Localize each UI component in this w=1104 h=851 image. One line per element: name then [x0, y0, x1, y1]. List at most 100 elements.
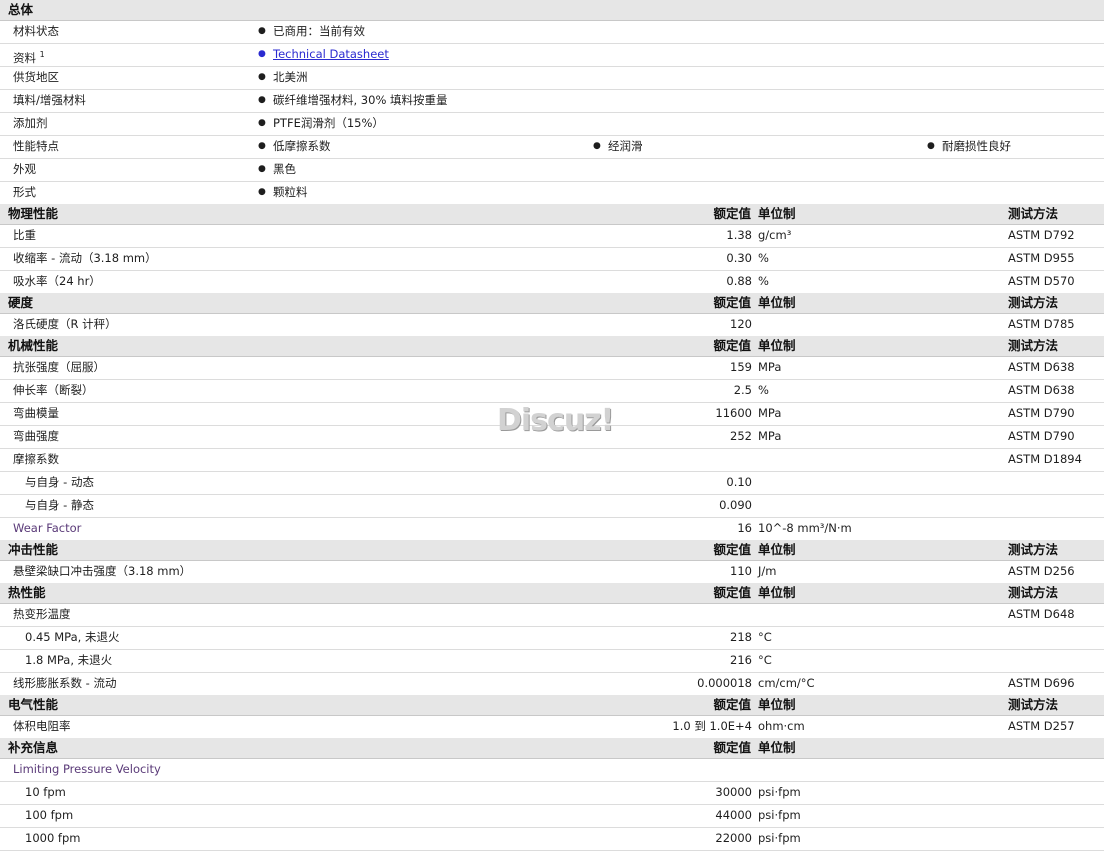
test-method: ASTM D955 [1008, 251, 1075, 265]
property-label: 伸长率（断裂） [13, 383, 94, 397]
property-row: 热变形温度 ASTM D648 [0, 603, 1104, 627]
watermark: Discuz! [497, 403, 614, 438]
column-header-unit: 单位制 [758, 697, 796, 712]
property-label: 热变形温度 [13, 607, 71, 621]
property-label: 填料/增强材料 [13, 93, 86, 107]
property-label: Limiting Pressure Velocity [13, 762, 161, 776]
general-row: 外观 黑色 [0, 158, 1104, 182]
section-title: 补充信息 [8, 740, 59, 755]
property-value: 110 [730, 564, 752, 578]
section-header: 电气性能 额定值 单位制 测试方法 [0, 695, 1104, 716]
column-header-value: 额定值 [713, 740, 751, 755]
property-label: 形式 [13, 185, 36, 199]
section-title: 电气性能 [8, 697, 59, 712]
property-label: 弯曲模量 [13, 406, 59, 420]
property-row: 1.8 MPa, 未退火 216 °C [0, 649, 1104, 673]
property-label: 体积电阻率 [13, 719, 71, 733]
column-header-method: 测试方法 [1008, 295, 1059, 310]
property-value: 1.38 [726, 228, 752, 242]
property-label: 外观 [13, 162, 36, 176]
section-title: 总体 [8, 2, 34, 17]
property-unit: g/cm³ [758, 228, 792, 242]
property-value: 44000 [715, 808, 752, 822]
test-method: ASTM D696 [1008, 676, 1075, 690]
property-value: PTFE润滑剂（15%） [258, 112, 384, 135]
property-value: 低摩擦系数 [258, 135, 330, 158]
property-label: 比重 [13, 228, 36, 242]
property-value: 0.000018 [697, 676, 752, 690]
property-label: 添加剂 [13, 116, 48, 130]
property-unit: MPa [758, 406, 782, 420]
property-value: 0.88 [726, 274, 752, 288]
column-header-method: 测试方法 [1008, 338, 1059, 353]
property-value: 0.090 [719, 498, 752, 512]
property-unit: ohm·cm [758, 719, 805, 733]
property-value: 16 [737, 521, 752, 535]
property-value: 碳纤维增强材料, 30% 填料按重量 [258, 89, 447, 112]
property-value: 0.30 [726, 251, 752, 265]
property-label: 摩擦系数 [13, 452, 59, 466]
general-row: 资料 1 Technical Datasheet [0, 43, 1104, 67]
property-unit: % [758, 274, 769, 288]
test-method: ASTM D792 [1008, 228, 1075, 242]
section-header: 冲击性能 额定值 单位制 测试方法 [0, 540, 1104, 561]
test-method: ASTM D1894 [1008, 452, 1082, 466]
property-unit: psi·fpm [758, 808, 801, 822]
column-header-value: 额定值 [713, 338, 751, 353]
property-row: 100 fpm 44000 psi·fpm [0, 804, 1104, 828]
property-row: 比重 1.38 g/cm³ ASTM D792 [0, 224, 1104, 248]
property-label: 与自身 - 静态 [25, 498, 94, 512]
column-header-unit: 单位制 [758, 585, 796, 600]
general-row: 添加剂 PTFE润滑剂（15%） [0, 112, 1104, 136]
property-unit: °C [758, 653, 772, 667]
test-method: ASTM D648 [1008, 607, 1075, 621]
property-value: 经润滑 [593, 135, 642, 158]
general-row: 供货地区 北美洲 [0, 66, 1104, 90]
section-header: 热性能 额定值 单位制 测试方法 [0, 583, 1104, 604]
test-method: ASTM D638 [1008, 383, 1075, 397]
property-row: 线形膨胀系数 - 流动 0.000018 cm/cm/°C ASTM D696 [0, 672, 1104, 696]
property-value: 2.5 [733, 383, 752, 397]
property-row: 摩擦系数 ASTM D1894 [0, 448, 1104, 472]
property-row: 与自身 - 静态 0.090 [0, 494, 1104, 518]
property-label: 收缩率 - 流动（3.18 mm） [13, 251, 157, 265]
property-label: 1.8 MPa, 未退火 [25, 653, 113, 667]
property-value: 218 [730, 630, 752, 644]
property-label: Wear Factor [13, 521, 82, 535]
test-method: ASTM D790 [1008, 429, 1075, 443]
property-row: 抗张强度（屈服） 159 MPa ASTM D638 [0, 356, 1104, 380]
property-value: 120 [730, 317, 752, 331]
property-row: 10 fpm 30000 psi·fpm [0, 781, 1104, 805]
column-header-value: 额定值 [713, 542, 751, 557]
property-unit: % [758, 383, 769, 397]
property-label: 洛氏硬度（R 计秤） [13, 317, 117, 331]
property-row: 收缩率 - 流动（3.18 mm） 0.30% ASTM D955 [0, 247, 1104, 271]
property-row: 与自身 - 动态 0.10 [0, 471, 1104, 495]
property-value: 216 [730, 653, 752, 667]
property-value: 颗粒料 [258, 181, 307, 204]
section-header: 机械性能 额定值 单位制 测试方法 [0, 336, 1104, 357]
property-value: 北美洲 [258, 66, 307, 89]
section-title: 硬度 [8, 295, 34, 310]
property-label: 吸水率（24 hr） [13, 274, 101, 288]
property-label: 抗张强度（屈服） [13, 360, 105, 374]
property-row: 伸长率（断裂） 2.5% ASTM D638 [0, 379, 1104, 403]
column-header-value: 额定值 [713, 206, 751, 221]
property-unit: psi·fpm [758, 785, 801, 799]
property-unit: 10^-8 mm³/N·m [758, 521, 852, 535]
property-row: 0.45 MPa, 未退火 218 °C [0, 626, 1104, 650]
property-value: 已商用：当前有效 [258, 20, 365, 43]
property-label: 材料状态 [13, 24, 59, 38]
property-label: 线形膨胀系数 - 流动 [13, 676, 117, 690]
property-row: 体积电阻率 1.0 到 1.0E+4 ohm·cm ASTM D257 [0, 715, 1104, 739]
test-method: ASTM D790 [1008, 406, 1075, 420]
column-header-unit: 单位制 [758, 206, 796, 221]
property-value: 252 [730, 429, 752, 443]
property-row: 洛氏硬度（R 计秤） 120 ASTM D785 [0, 313, 1104, 337]
property-row: 1000 fpm 22000 psi·fpm [0, 827, 1104, 851]
column-header-method: 测试方法 [1008, 697, 1059, 712]
section-title: 热性能 [8, 585, 46, 600]
property-label: 0.45 MPa, 未退火 [25, 630, 120, 644]
property-label-text: 资料 [13, 50, 36, 65]
datasheet-link[interactable]: Technical Datasheet [258, 43, 389, 66]
